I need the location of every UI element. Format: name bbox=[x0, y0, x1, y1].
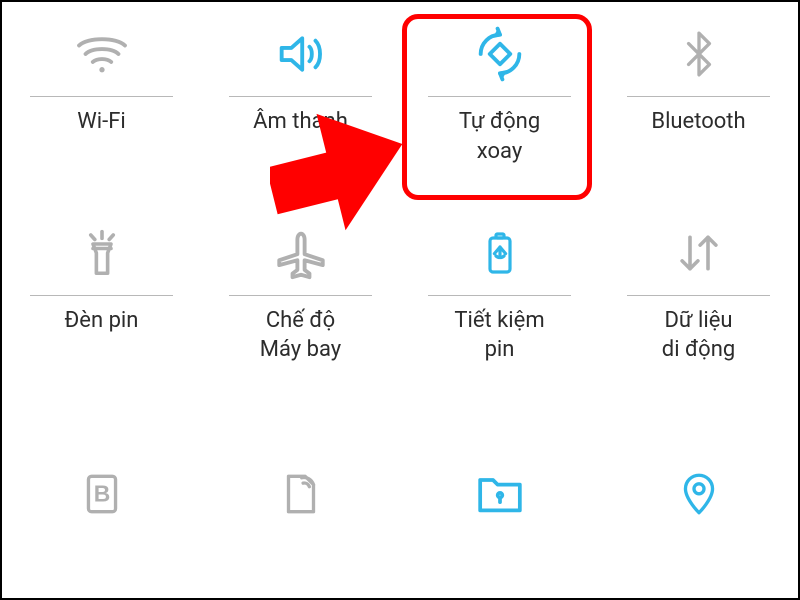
divider bbox=[229, 295, 372, 296]
tile-label: Tự động xoay bbox=[459, 107, 540, 166]
tile-location[interactable] bbox=[599, 399, 798, 598]
tile-airplane[interactable]: Chế độ Máy bay bbox=[201, 201, 400, 400]
tile-label: Wi-Fi bbox=[77, 107, 125, 137]
tile-bluetooth[interactable]: Bluetooth bbox=[599, 2, 798, 201]
tile-sound[interactable]: Âm thanh bbox=[201, 2, 400, 201]
divider bbox=[229, 96, 372, 97]
mobiledata-icon bbox=[607, 219, 790, 287]
divider bbox=[30, 96, 173, 97]
quick-settings-grid: Wi-Fi Âm thanh Tự động xoay bbox=[2, 2, 798, 598]
hotspot-icon bbox=[209, 449, 392, 539]
airplane-icon bbox=[209, 219, 392, 287]
tile-bluelight[interactable]: B bbox=[2, 399, 201, 598]
tile-label: Đèn pin bbox=[65, 306, 139, 336]
tile-battery-saver[interactable]: Tiết kiệm pin bbox=[400, 201, 599, 400]
location-icon bbox=[607, 449, 790, 539]
tile-hotspot[interactable] bbox=[201, 399, 400, 598]
wifi-icon bbox=[10, 20, 193, 88]
tile-mobile-data[interactable]: Dữ liệu di động bbox=[599, 201, 798, 400]
divider bbox=[428, 295, 571, 296]
sound-icon bbox=[209, 20, 392, 88]
tile-label: Dữ liệu di động bbox=[662, 306, 735, 365]
tile-autorotate[interactable]: Tự động xoay bbox=[400, 2, 599, 201]
bluetooth-icon bbox=[607, 20, 790, 88]
tile-flashlight[interactable]: Đèn pin bbox=[2, 201, 201, 400]
divider bbox=[627, 96, 770, 97]
tile-label: Chế độ Máy bay bbox=[260, 306, 341, 365]
flashlight-icon bbox=[10, 219, 193, 287]
divider bbox=[428, 96, 571, 97]
battery-icon bbox=[408, 219, 591, 287]
tile-secure-folder[interactable] bbox=[400, 399, 599, 598]
svg-text:B: B bbox=[93, 481, 110, 507]
autorotate-icon bbox=[408, 20, 591, 88]
bluelight-icon: B bbox=[10, 449, 193, 539]
secure-folder-icon bbox=[408, 449, 591, 539]
divider bbox=[627, 295, 770, 296]
tile-label: Tiết kiệm pin bbox=[454, 306, 544, 365]
divider bbox=[30, 295, 173, 296]
tile-label: Bluetooth bbox=[651, 107, 745, 137]
tile-wifi[interactable]: Wi-Fi bbox=[2, 2, 201, 201]
tile-label: Âm thanh bbox=[253, 107, 348, 137]
